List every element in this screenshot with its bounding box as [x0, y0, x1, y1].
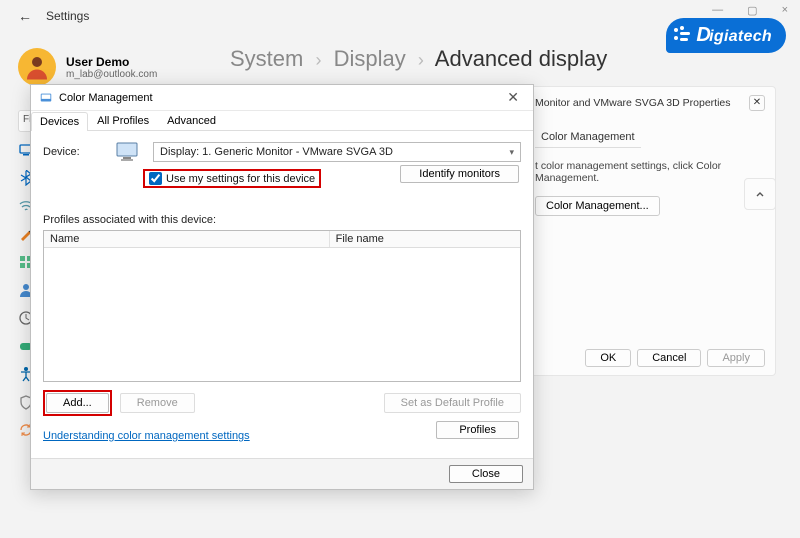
dialog-close-button[interactable]: ✕: [501, 89, 525, 106]
color-management-button[interactable]: Color Management...: [535, 196, 660, 216]
tab-devices[interactable]: Devices: [31, 112, 88, 131]
device-dropdown[interactable]: Display: 1. Generic Monitor - VMware SVG…: [153, 142, 521, 162]
add-button[interactable]: Add...: [46, 393, 109, 413]
chevron-down-icon: ▾: [509, 147, 514, 158]
tab-all-profiles[interactable]: All Profiles: [88, 111, 158, 130]
profiles-button[interactable]: Profiles: [436, 421, 519, 439]
breadcrumb-display[interactable]: Display: [334, 46, 406, 71]
understanding-link[interactable]: Understanding color management settings: [43, 430, 250, 442]
avatar[interactable]: [18, 48, 56, 86]
breadcrumb-system[interactable]: System: [230, 46, 303, 71]
identify-monitors-button[interactable]: Identify monitors: [400, 165, 519, 183]
close-button[interactable]: Close: [449, 465, 523, 483]
column-name[interactable]: Name: [44, 231, 330, 247]
props-cancel-button[interactable]: Cancel: [637, 349, 701, 367]
use-my-settings-highlight: Use my settings for this device: [143, 169, 321, 188]
profiles-table[interactable]: Name File name: [43, 230, 521, 382]
monitor-properties-dialog: Monitor and VMware SVGA 3D Properties ✕ …: [524, 86, 776, 376]
remove-button: Remove: [120, 393, 195, 413]
set-default-button: Set as Default Profile: [384, 393, 521, 413]
props-tab-color-management[interactable]: Color Management: [535, 127, 641, 148]
user-name: User Demo: [66, 55, 157, 69]
maximize-button[interactable]: ▢: [747, 4, 757, 17]
profiles-associated-label: Profiles associated with this device:: [43, 214, 521, 226]
column-filename[interactable]: File name: [330, 231, 520, 247]
color-management-dialog: Color Management ✕ Devices All Profiles …: [30, 84, 534, 490]
monitor-icon: [115, 141, 141, 163]
add-button-highlight: Add...: [43, 390, 112, 416]
user-email: m_lab@outlook.com: [66, 69, 157, 80]
breadcrumb: System › Display › Advanced display: [230, 46, 607, 72]
minimize-button[interactable]: —: [712, 4, 723, 17]
dialog-title: Color Management: [59, 92, 153, 104]
settings-label: Settings: [46, 9, 89, 23]
use-my-settings-checkbox[interactable]: [149, 172, 162, 185]
device-label: Device:: [43, 146, 103, 158]
back-arrow[interactable]: ←: [18, 8, 32, 24]
watermark-logo: Digiatech: [666, 18, 786, 53]
props-title: Monitor and VMware SVGA 3D Properties: [535, 97, 731, 109]
props-apply-button[interactable]: Apply: [707, 349, 765, 367]
props-close-button[interactable]: ✕: [749, 95, 765, 111]
expand-card-chevron[interactable]: [744, 178, 776, 210]
dialog-icon: [39, 91, 53, 105]
breadcrumb-advanced: Advanced display: [435, 46, 607, 71]
use-my-settings-label: Use my settings for this device: [166, 173, 315, 185]
props-description: t color management settings, click Color…: [535, 160, 765, 184]
props-ok-button[interactable]: OK: [585, 349, 631, 367]
tab-advanced[interactable]: Advanced: [158, 111, 225, 130]
close-window-button[interactable]: ×: [782, 4, 788, 17]
